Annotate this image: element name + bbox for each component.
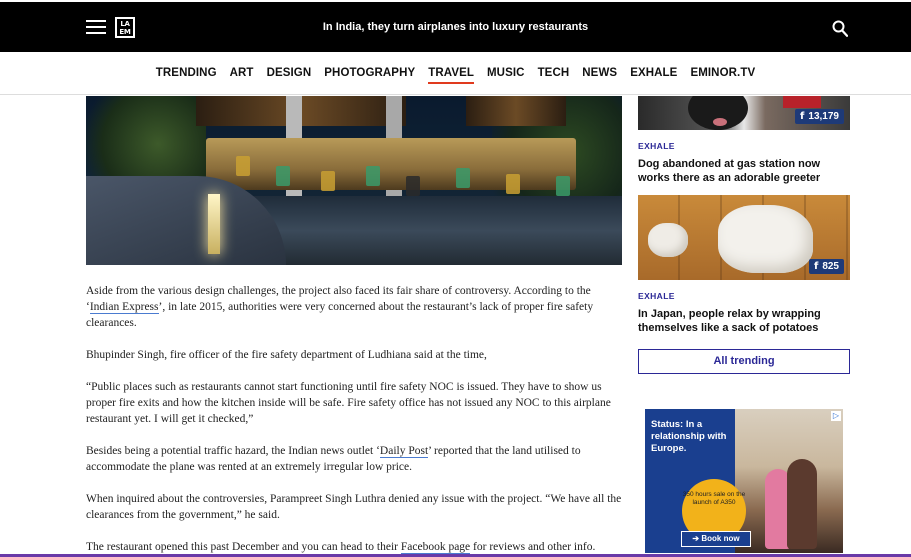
japan-story-thumbnail[interactable]: f 825 <box>638 195 850 280</box>
nav-item-eminor-tv[interactable]: EMINOR.TV <box>690 67 755 79</box>
trending-sidebar: f 13,179 EXHALE Dog abandoned at gas stat… <box>638 96 850 374</box>
article-paragraph: Bhupinder Singh, fire officer of the fir… <box>86 349 487 361</box>
daily-post-link[interactable]: Daily Post <box>379 445 429 458</box>
category-label[interactable]: EXHALE <box>638 291 850 301</box>
nav-item-tech[interactable]: TECH <box>538 67 570 79</box>
advertisement-banner[interactable]: Status: In a relationship with Europe. 3… <box>645 409 843 553</box>
article-paragraph: Besides being a potential traffic hazard… <box>86 445 581 473</box>
category-nav: TRENDING ART DESIGN PHOTOGRAPHY TRAVEL MUSIC T… <box>0 52 911 95</box>
article-image <box>86 96 622 265</box>
book-now-button[interactable]: ➔ Book now <box>681 531 751 547</box>
nav-item-art[interactable]: ART <box>230 67 254 79</box>
ad-headline: Status: In a relationship with Europe. <box>651 419 727 454</box>
nav-item-design[interactable]: DESIGN <box>267 67 312 79</box>
nav-item-photography[interactable]: PHOTOGRAPHY <box>324 67 415 79</box>
facebook-share-count[interactable]: f 13,179 <box>795 109 844 124</box>
nav-item-travel[interactable]: TRAVEL <box>428 67 474 84</box>
facebook-icon: f <box>813 261 819 272</box>
article-paragraph: The restaurant opened this past December… <box>86 541 596 554</box>
article-paragraph: When inquired about the controversies, P… <box>86 493 622 521</box>
article-body: Aside from the various design challenges… <box>86 283 622 557</box>
article-paragraph: Aside from the various design challenges… <box>86 285 594 329</box>
japan-story-headline[interactable]: In Japan, people relax by wrapping thems… <box>638 307 850 335</box>
indian-express-link[interactable]: Indian Express <box>89 301 159 314</box>
facebook-share-count[interactable]: f 825 <box>808 259 844 274</box>
top-bar: LA EM In India, they turn airplanes into… <box>0 0 911 52</box>
facebook-icon: f <box>800 111 805 122</box>
article-quote: “Public places such as restaurants canno… <box>86 381 611 425</box>
facebook-page-link[interactable]: Facebook page <box>400 541 471 554</box>
nav-item-news[interactable]: NEWS <box>582 67 617 79</box>
adchoices-icon[interactable]: ▷ <box>831 411 841 421</box>
nav-item-trending[interactable]: TRENDING <box>156 67 217 79</box>
all-trending-button[interactable]: All trending <box>638 349 850 374</box>
category-label[interactable]: EXHALE <box>638 141 850 151</box>
nav-item-exhale[interactable]: EXHALE <box>630 67 677 79</box>
dog-story-headline[interactable]: Dog abandoned at gas station now works t… <box>638 157 850 185</box>
nav-item-music[interactable]: MUSIC <box>487 67 525 79</box>
search-icon[interactable] <box>832 20 848 37</box>
page-title: In India, they turn airplanes into luxur… <box>322 21 589 33</box>
dog-story-thumbnail[interactable]: f 13,179 <box>638 96 850 130</box>
